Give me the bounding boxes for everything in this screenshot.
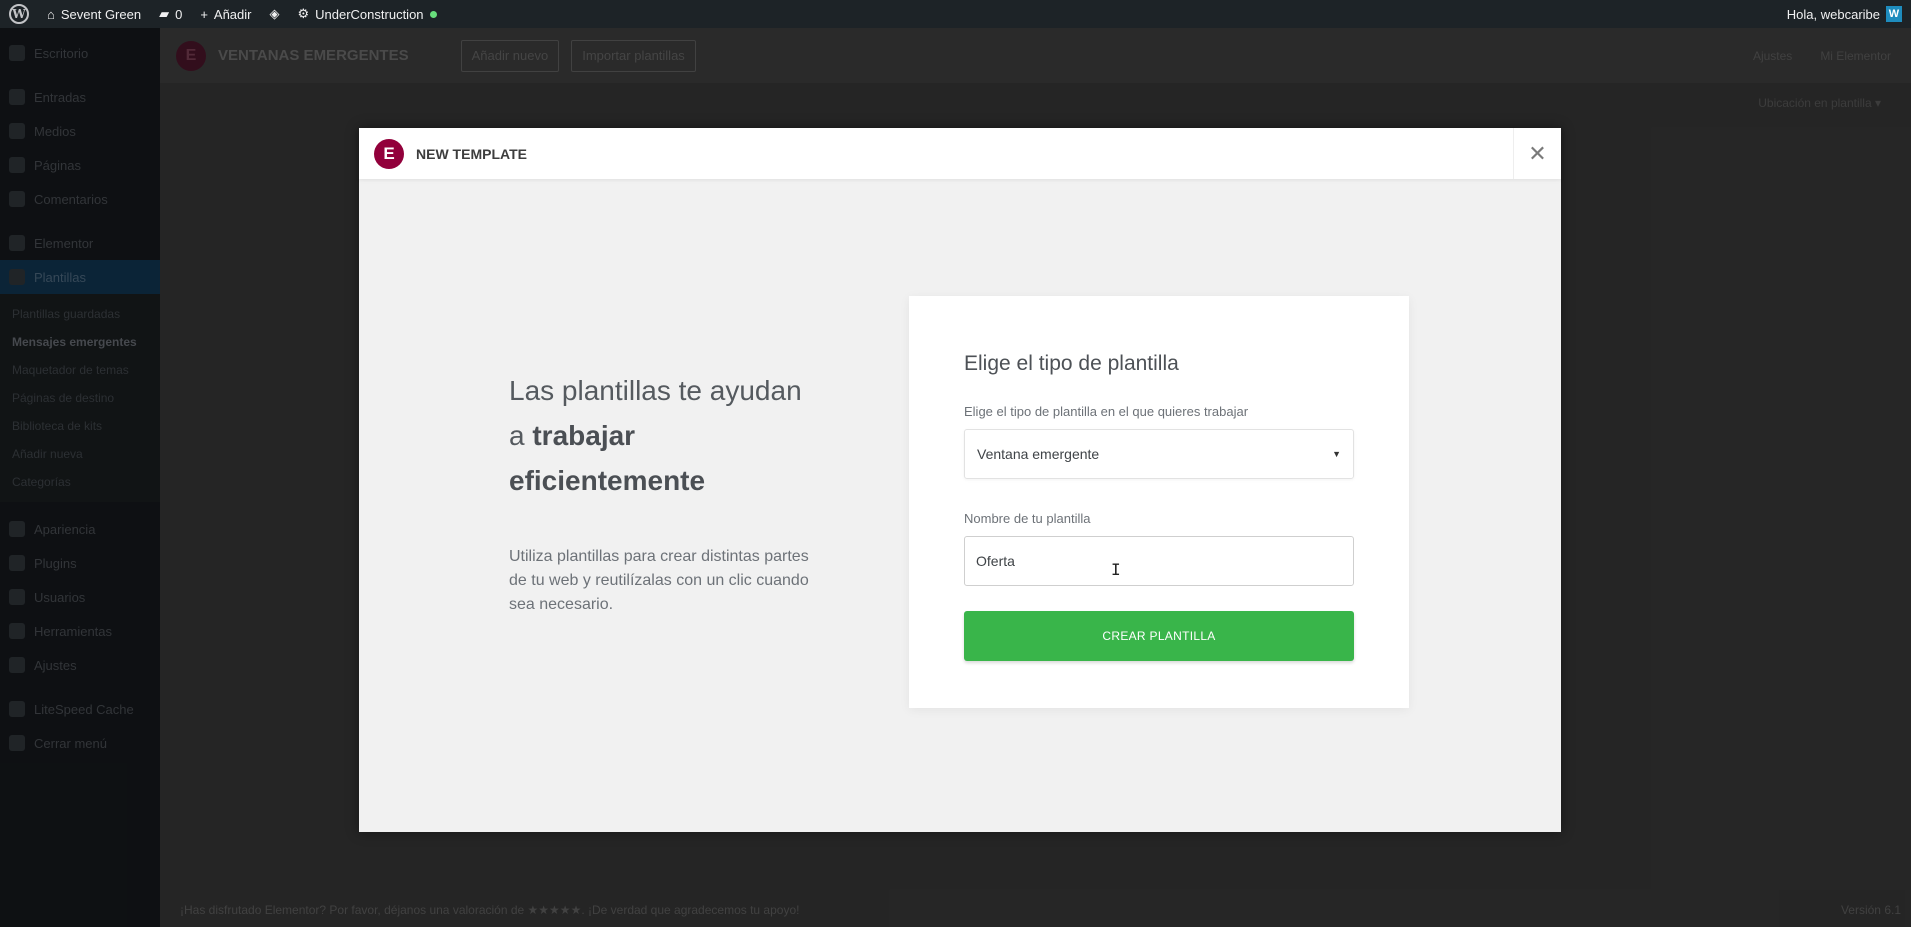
caret-down-icon: ▼ [1332,449,1341,459]
add-new-menu[interactable]: + Añadir [191,0,260,28]
home-icon: ⌂ [47,6,55,22]
comment-icon: ▰ [159,6,170,21]
modal-header: E New Template ✕ [359,128,1561,179]
text-cursor-icon: I [1111,560,1121,579]
plus-icon: + [200,6,208,22]
elementor-logo-icon: E [374,138,404,169]
template-name-label: Nombre de tu plantilla [964,511,1091,526]
under-construction-label: UnderConstruction [315,6,424,22]
intro-text: Utiliza plantillas para crear distintas … [509,548,809,613]
comments-link[interactable]: ▰ 0 [150,0,191,28]
status-dot-icon [429,10,437,18]
plugin-toolbar-button[interactable]: ◈ [260,0,288,28]
template-form: Elige el tipo de plantilla Elige el tipo… [909,296,1409,708]
intro-title: Las plantillas te ayudan a trabajar efic… [509,375,802,496]
under-construction-menu[interactable]: ⚙ UnderConstruction [288,0,445,28]
add-new-label: Añadir [213,6,252,22]
site-name: Sevent Green [60,6,142,22]
diamond-icon: ◈ [269,6,280,21]
comments-count: 0 [175,6,183,22]
template-type-value: Ventana emergente [977,446,1100,462]
close-icon[interactable]: ✕ [1513,128,1561,179]
wordpress-icon: W [9,4,29,24]
template-type-label: Elige el tipo de plantilla en el que qui… [964,404,1249,419]
modal-title: New Template [416,145,527,162]
form-title: Elige el tipo de plantilla [964,352,1179,375]
gear-icon: ⚙ [297,6,310,21]
site-name-link[interactable]: ⌂ Sevent Green [38,0,150,28]
account-menu[interactable]: Hola, webcaribe W [1778,0,1911,28]
wp-admin-bar: W ⌂ Sevent Green ▰ 0 + Añadir ◈ ⚙ UnderC… [0,0,1911,28]
create-template-button[interactable]: Crear plantilla [964,611,1354,661]
intro-section: Las plantillas te ayudan a trabajar efic… [509,368,819,617]
greeting: Hola, webcaribe [1786,6,1880,22]
avatar: W [1886,6,1902,22]
template-name-input[interactable] [964,536,1354,586]
template-type-select[interactable]: Ventana emergente ▼ [964,429,1354,479]
new-template-modal: E New Template ✕ Las plantillas te ayuda… [359,128,1561,832]
wp-logo-menu[interactable]: W [0,0,38,28]
